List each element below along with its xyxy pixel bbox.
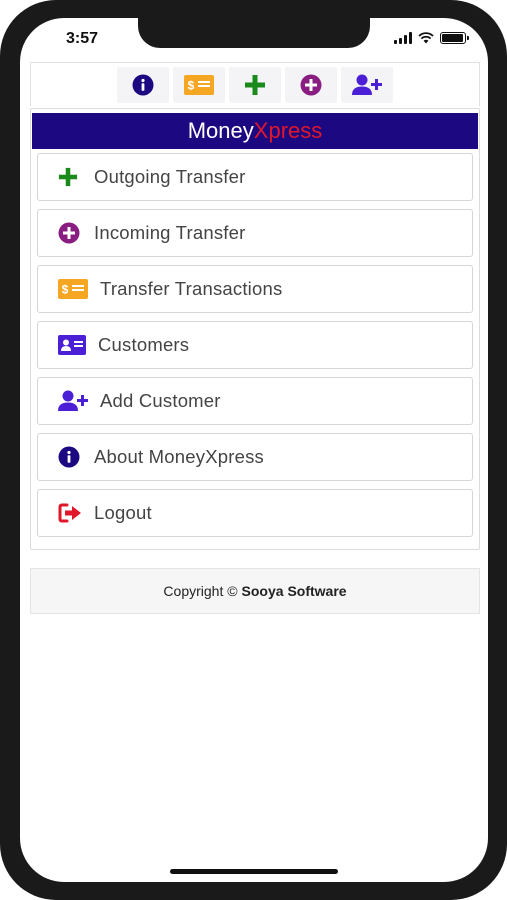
info-circle-icon [58, 446, 80, 468]
brand-name-part1: Money [187, 118, 254, 143]
info-circle-icon [132, 74, 154, 96]
copyright-prefix: Copyright © [163, 583, 238, 599]
id-card-icon [58, 335, 86, 355]
menu-item-logout[interactable]: Logout [37, 489, 473, 537]
plus-icon [58, 167, 78, 187]
menu-item-label: About MoneyXpress [94, 446, 264, 467]
menu-item-label: Incoming Transfer [94, 222, 246, 243]
toolbar-outgoing-button[interactable] [229, 67, 281, 103]
money-card-icon: $ [184, 75, 214, 95]
user-plus-icon [58, 390, 88, 411]
phone-frame: 3:57 $ MoneyXpress Outgoing Transfer Inc… [0, 0, 507, 900]
status-icons [394, 32, 469, 44]
footer: Copyright © Sooya Software [30, 568, 480, 614]
home-indicator[interactable] [170, 869, 338, 874]
cellular-signal-icon [394, 32, 412, 44]
user-plus-icon [352, 74, 382, 95]
company-name: Sooya Software [241, 583, 347, 599]
app-brand-title: MoneyXpress [32, 113, 478, 149]
money-card-icon: $ [58, 279, 88, 299]
status-time: 3:57 [66, 30, 99, 47]
toolbar-incoming-button[interactable] [285, 67, 337, 103]
toolbar-transactions-button[interactable]: $ [173, 67, 225, 103]
plus-circle-icon [300, 74, 322, 96]
menu-item-transfer-transactions[interactable]: $ Transfer Transactions [37, 265, 473, 313]
menu-item-label: Transfer Transactions [100, 278, 283, 299]
toolbar-about-button[interactable] [117, 67, 169, 103]
menu-panel: MoneyXpress Outgoing Transfer Incoming T… [30, 108, 480, 550]
brand-name-part2: Xpress [253, 118, 323, 143]
menu-item-label: Customers [98, 334, 190, 355]
screen: 3:57 $ MoneyXpress Outgoing Transfer Inc… [20, 18, 488, 882]
quick-toolbar: $ [30, 62, 480, 106]
menu-item-label: Outgoing Transfer [94, 166, 246, 187]
menu-item-incoming-transfer[interactable]: Incoming Transfer [37, 209, 473, 257]
toolbar-add-customer-button[interactable] [341, 67, 393, 103]
notch [138, 18, 370, 48]
menu-item-about[interactable]: About MoneyXpress [37, 433, 473, 481]
plus-circle-icon [58, 222, 80, 244]
wifi-icon [418, 32, 434, 44]
svg-text:$: $ [62, 283, 69, 297]
sign-out-icon [58, 503, 81, 523]
menu-item-label: Logout [94, 502, 152, 523]
menu-item-label: Add Customer [100, 390, 221, 411]
battery-icon [440, 32, 469, 44]
menu-item-add-customer[interactable]: Add Customer [37, 377, 473, 425]
menu-item-outgoing-transfer[interactable]: Outgoing Transfer [37, 153, 473, 201]
menu-item-customers[interactable]: Customers [37, 321, 473, 369]
svg-text:$: $ [188, 79, 195, 93]
plus-icon [245, 75, 265, 95]
app-container: $ MoneyXpress Outgoing Transfer Incoming… [30, 62, 480, 614]
